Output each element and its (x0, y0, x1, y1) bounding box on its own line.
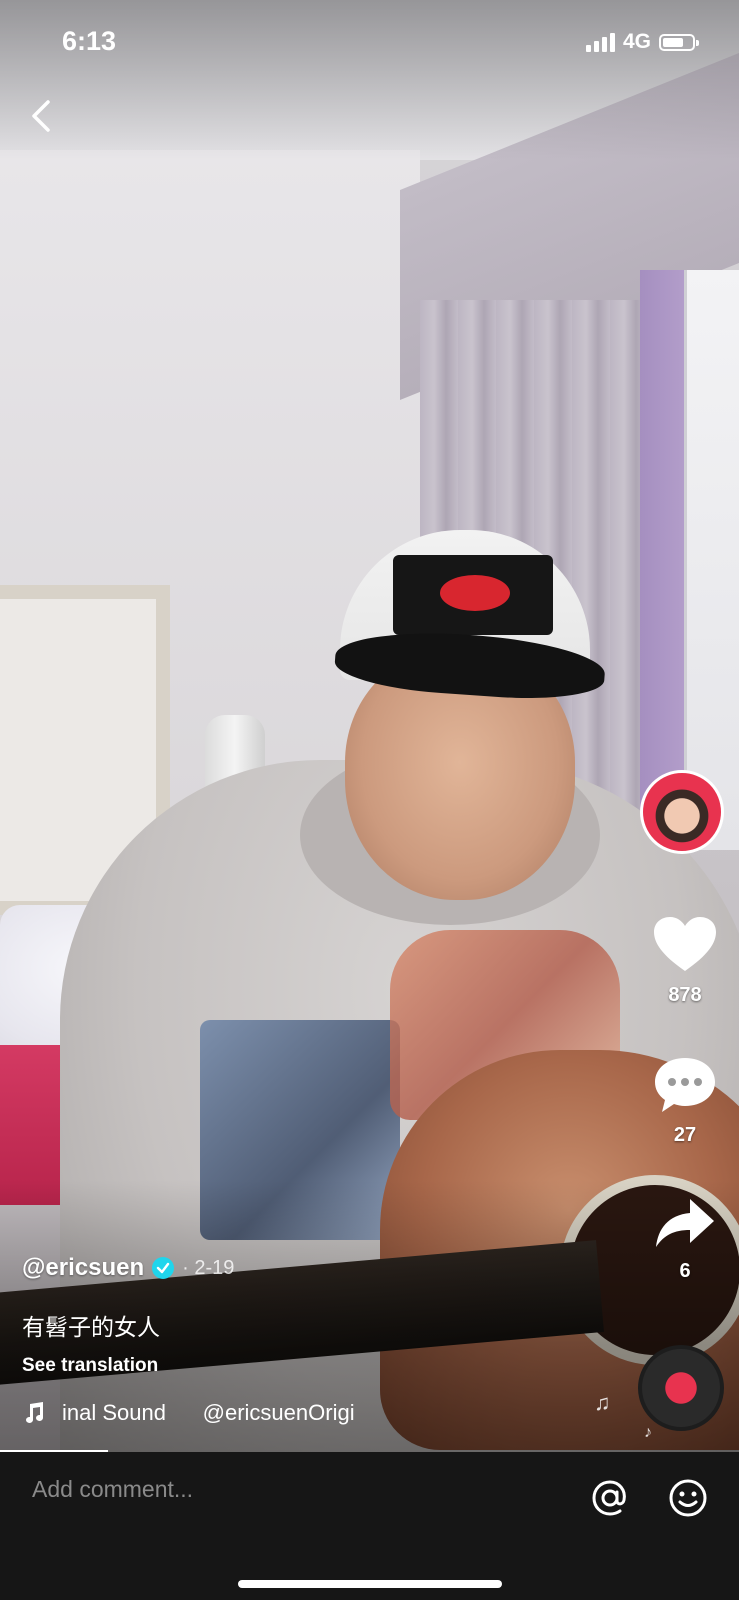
author-row[interactable]: @ericsuen · 2-19 (22, 1254, 234, 1282)
home-indicator (238, 1580, 502, 1588)
back-button[interactable] (22, 96, 62, 136)
status-time: 6:13 (62, 26, 117, 56)
floating-note-icon: ♫ (594, 1390, 611, 1415)
verified-icon (152, 1257, 175, 1279)
at-icon (592, 1480, 626, 1516)
share-count: 6 (679, 1260, 691, 1282)
floating-note-icon: ♪ (644, 1424, 652, 1441)
comment-button[interactable]: 27 (650, 1055, 720, 1147)
comment-bar: Add comment... (0, 1452, 739, 1600)
video-caption: 有髫子的女人 (22, 1315, 160, 1341)
comment-count: 27 (673, 1124, 697, 1146)
music-note-icon (26, 1402, 43, 1423)
emoji-icon (669, 1479, 707, 1517)
signal-icon (585, 32, 615, 52)
see-translation-link[interactable]: See translation (22, 1355, 158, 1377)
author-avatar[interactable] (640, 770, 724, 854)
share-arrow-icon (656, 1199, 714, 1247)
comment-input[interactable]: Add comment... (32, 1476, 193, 1503)
emoji-button[interactable] (668, 1478, 708, 1518)
sound-title: inal Sound @ericsuenOrigi (62, 1400, 355, 1425)
author-username[interactable]: @ericsuen (22, 1254, 144, 1282)
video-player[interactable] (0, 0, 739, 1452)
post-date: · 2-19 (182, 1256, 235, 1279)
back-icon (32, 100, 50, 132)
battery-icon (659, 33, 699, 51)
like-button[interactable]: 878 (650, 915, 720, 1007)
music-disc[interactable] (638, 1345, 724, 1431)
comment-bubble-icon (655, 1058, 715, 1112)
network-type: 4G (622, 30, 651, 53)
sound-marquee[interactable]: inal Sound @ericsuenOrigi (22, 1400, 392, 1426)
status-indicators: 4G (585, 30, 699, 54)
like-count: 878 (668, 984, 702, 1006)
mention-button[interactable] (590, 1478, 630, 1518)
share-button[interactable]: 6 (650, 1195, 720, 1283)
like-heart-icon (654, 917, 716, 971)
